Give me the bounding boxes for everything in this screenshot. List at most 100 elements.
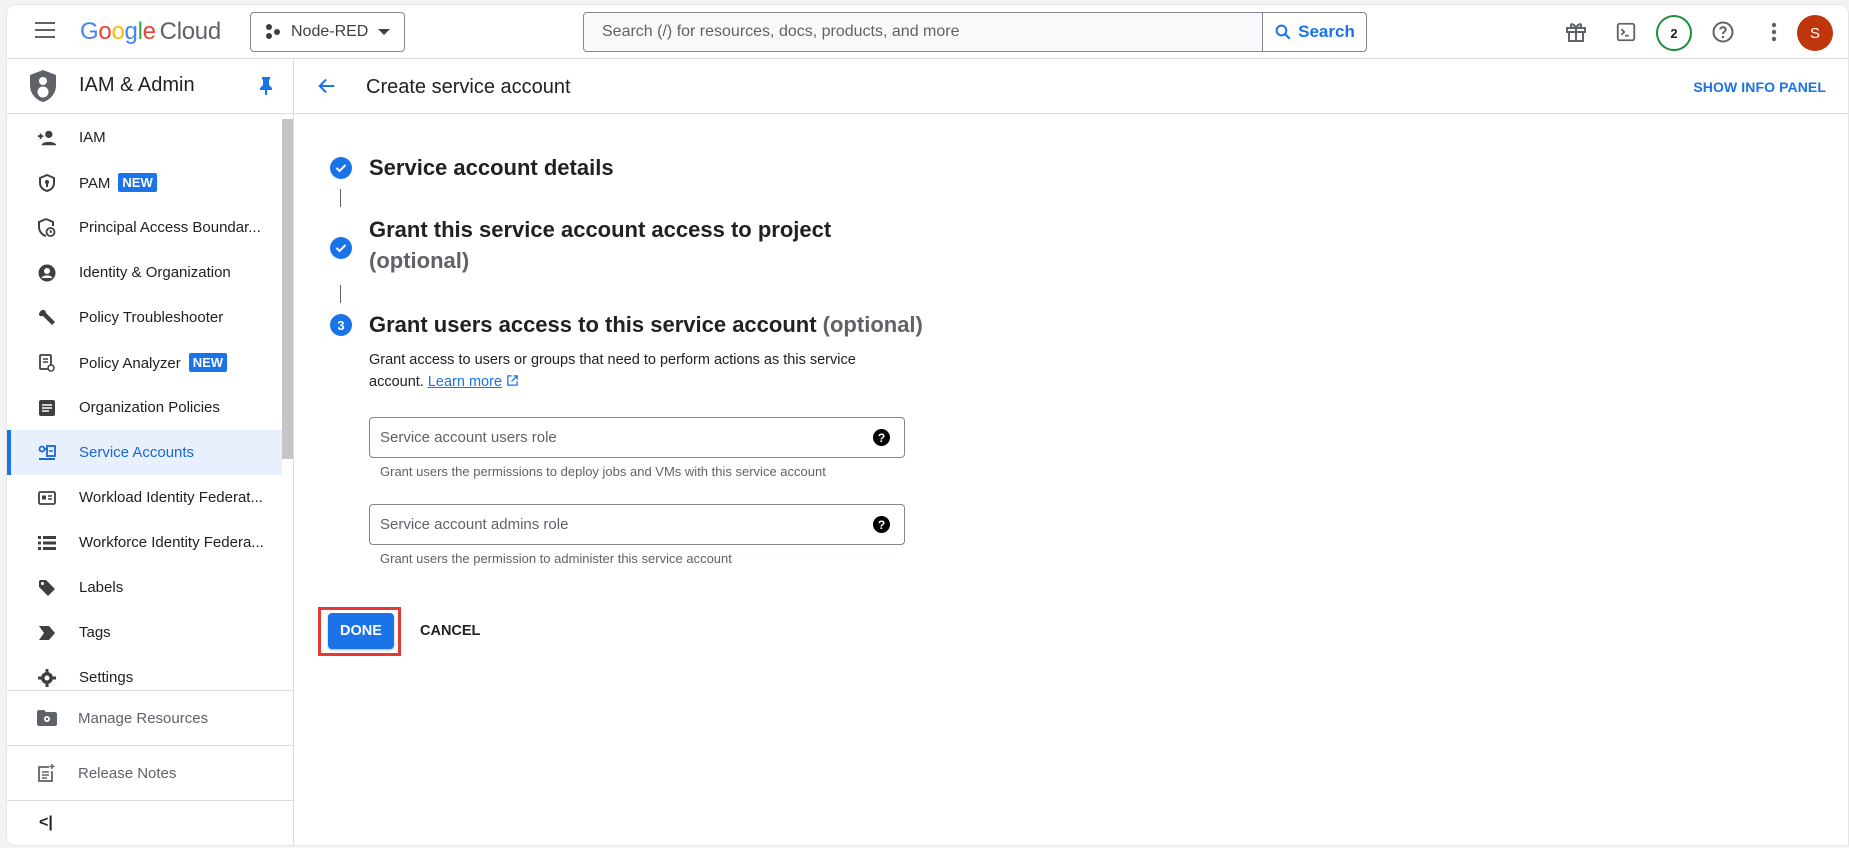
service-account-admins-role-input[interactable]	[370, 505, 850, 544]
sidebar-item-workload-identity-federation[interactable]: Workload Identity Federat...	[7, 475, 282, 520]
page-header: Create service account SHOW INFO PANEL	[294, 59, 1848, 114]
step-2-title[interactable]: Grant this service account access to pro…	[369, 214, 831, 276]
pin-icon[interactable]	[259, 76, 273, 96]
caret-down-icon	[378, 29, 391, 35]
step-3-title-text: Grant users access to this service accou…	[369, 312, 817, 337]
menu-icon	[35, 22, 55, 24]
sidebar-item-iam[interactable]: IAM	[7, 115, 282, 160]
help-icon[interactable]: ?	[873, 516, 890, 533]
more-vert-icon	[1771, 22, 1777, 42]
more-options-button[interactable]	[1757, 15, 1791, 49]
search-button[interactable]: Search	[1262, 13, 1366, 51]
sidebar-item-label: Settings	[79, 669, 134, 686]
manage-resources-link[interactable]: Manage Resources	[7, 690, 293, 745]
service-account-icon	[37, 443, 57, 463]
sidebar-item-organization-policies[interactable]: Organization Policies	[7, 385, 282, 430]
back-arrow-icon[interactable]	[316, 75, 338, 97]
sidebar-item-policy-troubleshooter[interactable]: Policy Troubleshooter	[7, 295, 282, 340]
shield-key-icon	[37, 173, 57, 193]
sidebar-item-label: PAM NEW	[79, 173, 157, 192]
release-notes-label: Release Notes	[78, 764, 177, 782]
step-3-number-icon: 3	[330, 314, 352, 336]
shield-clock-icon	[37, 217, 57, 238]
terminal-icon	[1616, 22, 1636, 42]
sidebar-item-settings[interactable]: Settings	[7, 655, 282, 690]
help-icon[interactable]: ?	[873, 429, 890, 446]
sidebar-title: IAM & Admin	[79, 74, 195, 96]
help-icon	[1712, 21, 1734, 43]
logo-letter: g	[124, 18, 138, 45]
id-card-icon	[37, 488, 57, 508]
external-link-icon	[507, 375, 518, 386]
step-2-check-icon	[330, 237, 352, 259]
sidebar-item-label: Policy Analyzer NEW	[79, 353, 228, 372]
sidebar-item-label: Organization Policies	[79, 399, 220, 416]
cancel-button[interactable]: CANCEL	[412, 613, 488, 649]
sidebar-item-service-accounts[interactable]: Service Accounts	[7, 430, 282, 475]
learn-more-link[interactable]: Learn more	[428, 374, 502, 390]
learn-more-text: Learn more	[427, 374, 503, 390]
account-button[interactable]: S	[1796, 14, 1834, 52]
logo-cloud-text: Cloud	[159, 18, 222, 45]
label-icon	[37, 578, 57, 598]
label-text: Policy Analyzer	[79, 355, 181, 372]
step-1-title[interactable]: Service account details	[369, 152, 614, 183]
doc-search-icon	[37, 353, 57, 373]
help-button[interactable]	[1706, 15, 1740, 49]
sidebar-item-label: Principal Access Boundar...	[79, 219, 261, 236]
sidebar-item-policy-analyzer[interactable]: Policy Analyzer NEW	[7, 340, 282, 385]
sidebar-item-principal-access-boundary[interactable]: Principal Access Boundar...	[7, 205, 282, 250]
step-3-title: Grant users access to this service accou…	[369, 309, 923, 340]
new-badge: NEW	[188, 353, 228, 372]
sidebar-item-label: Labels	[79, 579, 124, 596]
policy-doc-icon	[37, 398, 57, 418]
service-account-users-role-field: ?	[369, 417, 905, 458]
sidebar-item-pam[interactable]: PAM NEW	[7, 160, 282, 205]
users-role-hint: Grant users the permissions to deploy jo…	[380, 464, 826, 479]
show-info-panel-button[interactable]: SHOW INFO PANEL	[1693, 79, 1826, 95]
step-connector	[340, 285, 341, 303]
sidebar-item-workforce-identity-federation[interactable]: Workforce Identity Federa...	[7, 520, 282, 565]
menu-icon-line	[35, 36, 55, 38]
project-name: Node-RED	[291, 23, 369, 40]
logo-letter: e	[142, 18, 156, 45]
google-cloud-logo[interactable]: Google Cloud	[80, 18, 221, 46]
cloud-shell-button[interactable]	[1609, 15, 1643, 49]
search-button-label: Search	[1298, 22, 1355, 41]
collapse-sidebar-button[interactable]: <|	[7, 800, 293, 845]
main-menu-button[interactable]	[35, 22, 55, 38]
iam-shield-icon	[30, 70, 56, 102]
sidebar-item-label: Policy Troubleshooter	[79, 309, 224, 326]
tag-chevron-icon	[37, 623, 57, 643]
sidebar-item-identity-organization[interactable]: Identity & Organization	[7, 250, 282, 295]
sidebar-item-label: Service Accounts	[79, 444, 195, 461]
main-content: Create service account SHOW INFO PANEL S…	[294, 59, 1848, 845]
gift-button[interactable]	[1559, 15, 1593, 49]
browser-window: GoogleCloud Node-RED Search 2	[6, 4, 1849, 846]
logo-letter: o	[98, 18, 112, 45]
notifications-button[interactable]: 2	[1655, 14, 1693, 52]
manage-resources-label: Manage Resources	[78, 709, 209, 727]
sidebar-item-tags[interactable]: Tags	[7, 610, 282, 655]
account-circle-icon	[37, 263, 57, 283]
menu-icon-line	[35, 29, 55, 31]
sidebar-item-labels[interactable]: Labels	[7, 565, 282, 610]
project-icon	[265, 24, 281, 40]
step-description: Grant access to users or groups that nee…	[369, 349, 909, 393]
page-title: Create service account	[366, 76, 571, 98]
project-picker[interactable]: Node-RED	[250, 12, 405, 52]
avatar: S	[1797, 15, 1833, 51]
step-1-check-icon	[330, 157, 352, 179]
sidebar-item-label: Workload Identity Federat...	[79, 489, 263, 506]
logo-letter: o	[111, 18, 125, 45]
sidebar-scrollbar[interactable]	[282, 119, 293, 459]
search-input[interactable]	[584, 13, 1262, 51]
sidebar-item-label: Workforce Identity Federa...	[79, 534, 264, 551]
step-connector	[340, 189, 341, 207]
release-notes-icon	[38, 764, 55, 782]
sidebar-item-label: Tags	[79, 624, 111, 641]
done-button[interactable]: DONE	[328, 613, 394, 649]
release-notes-link[interactable]: Release Notes	[7, 745, 293, 800]
service-account-users-role-input[interactable]	[370, 418, 850, 457]
search-bar: Search	[583, 12, 1367, 52]
